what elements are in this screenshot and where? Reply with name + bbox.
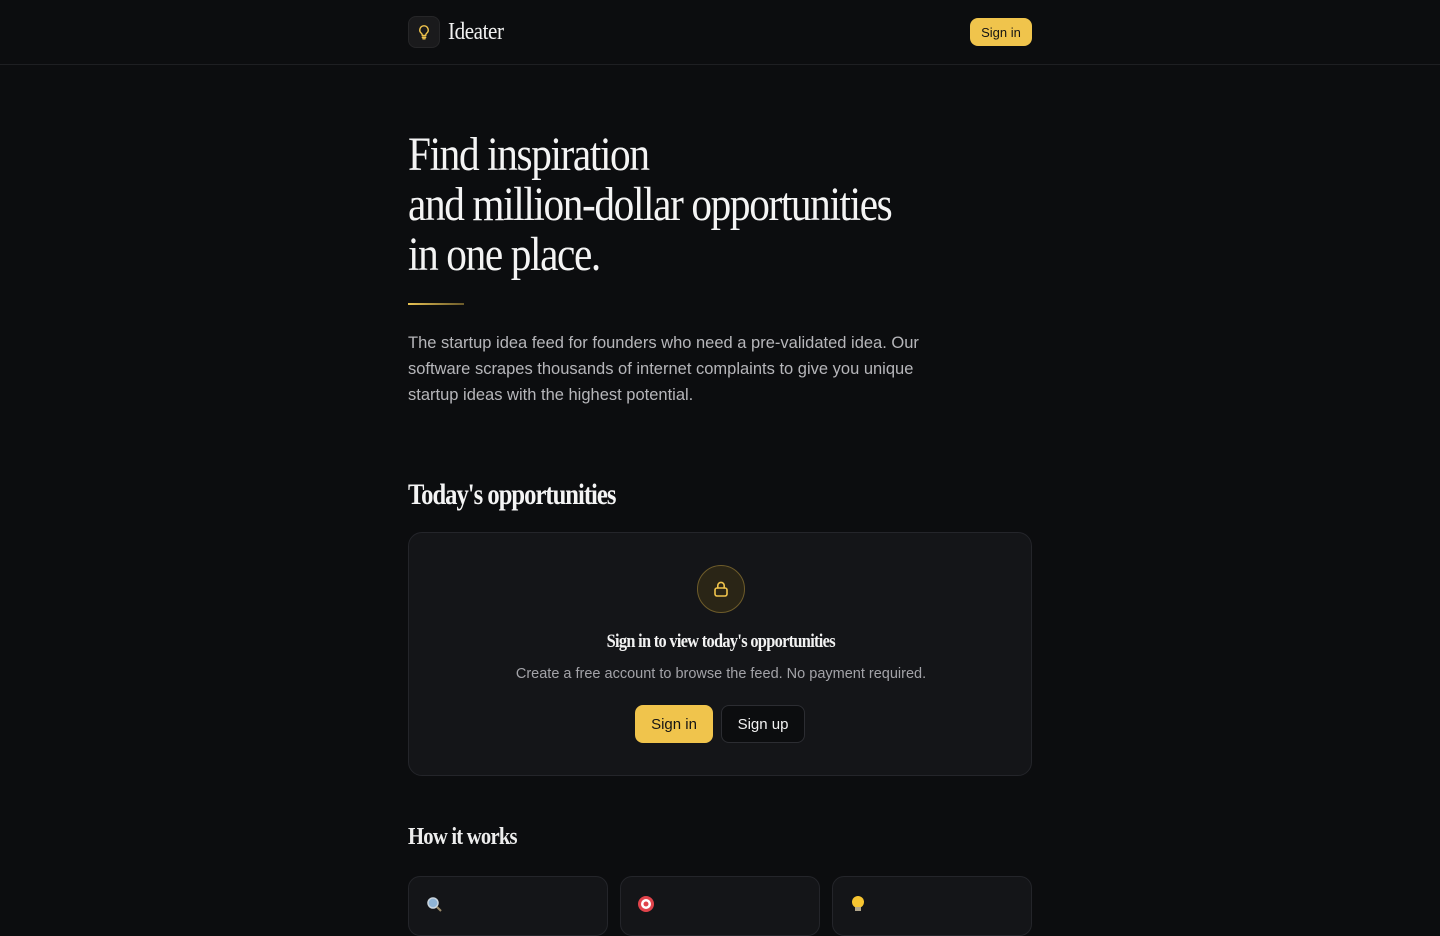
todays-opportunities-heading: Today's opportunities (408, 478, 616, 511)
sign-up-button[interactable]: Sign up (721, 705, 805, 743)
sign-in-button[interactable]: Sign in (635, 705, 713, 743)
brand[interactable]: Ideater (408, 16, 511, 48)
how-it-works-step-1 (408, 876, 608, 936)
locked-feed-title: Sign in to view today's opportunities (409, 631, 1033, 653)
lightbulb-icon (849, 895, 867, 917)
header-sign-in-button[interactable]: Sign in (970, 18, 1032, 46)
brand-name: Ideater (448, 18, 504, 45)
hero-title-line-2: and million-dollar opportunities (408, 178, 893, 231)
how-it-works-step-2 (620, 876, 820, 936)
how-it-works-heading: How it works (408, 824, 518, 850)
locked-feed-title-text: Sign in to view today's opportunities (606, 631, 836, 652)
locked-feed-actions: Sign in Sign up (635, 705, 805, 743)
magnifier-icon (425, 895, 443, 917)
target-icon (637, 895, 655, 917)
hero-title-line-3: in one place. (408, 228, 601, 281)
locked-feed-card: Sign in to view today's opportunities Cr… (408, 532, 1032, 776)
hero-title-line-1: Find inspiration (408, 128, 650, 181)
top-navigation-bar: Ideater Sign in (0, 0, 1440, 65)
hero-title: Find inspiration and million-dollar oppo… (408, 130, 1028, 280)
how-it-works-step-3 (832, 876, 1032, 936)
hero-description: The startup idea feed for founders who n… (408, 334, 919, 404)
accent-divider (408, 303, 464, 305)
lightbulb-icon (408, 16, 440, 48)
locked-feed-subtitle: Create a free account to browse the feed… (515, 666, 927, 682)
lock-icon (697, 565, 745, 613)
